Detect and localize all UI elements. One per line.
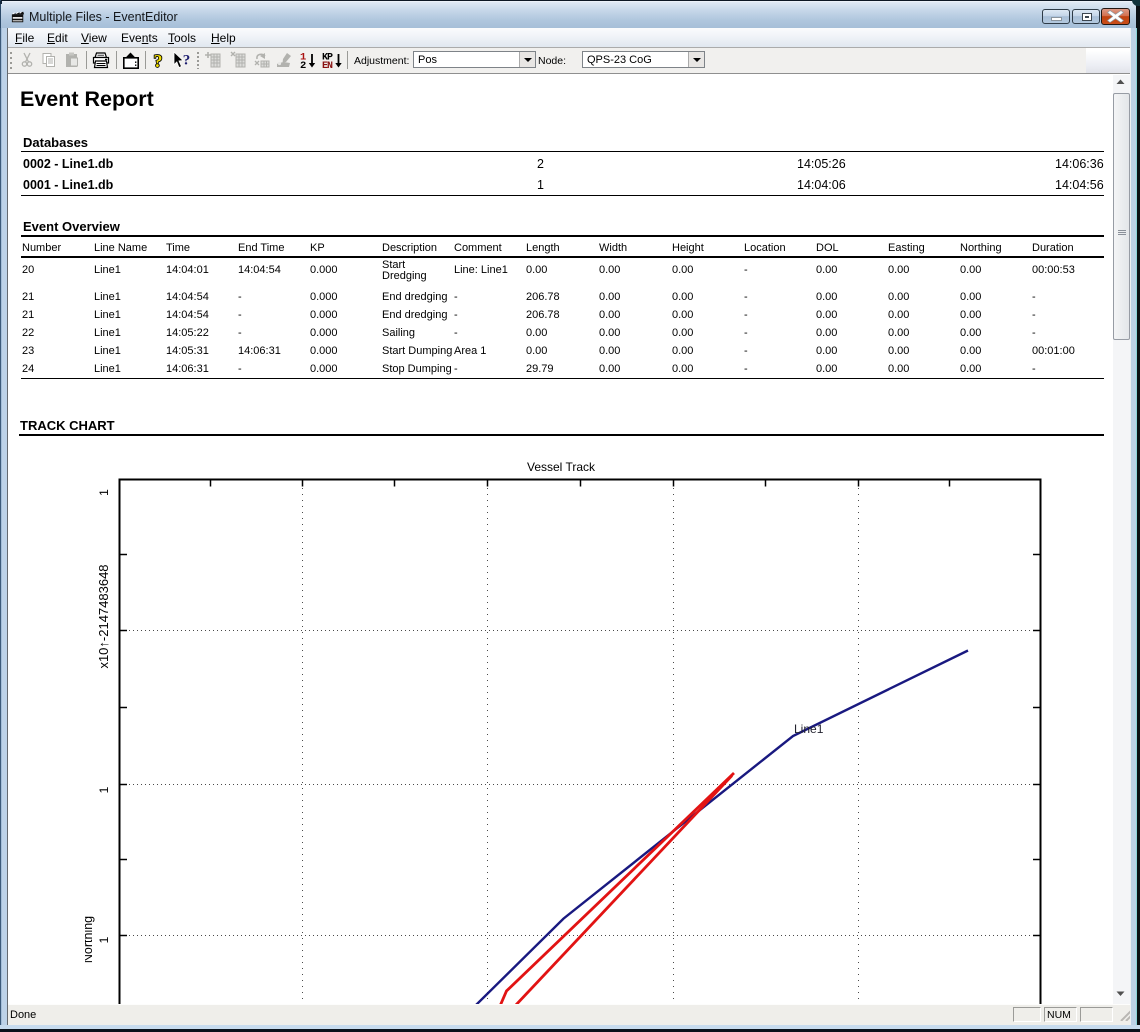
svg-text:EN: EN — [322, 61, 333, 69]
svg-text:1: 1 — [97, 786, 111, 793]
svg-text:Line1: Line1 — [794, 722, 824, 736]
svg-text:?: ? — [183, 53, 191, 69]
svg-text:2: 2 — [300, 60, 306, 69]
svg-text:?: ? — [154, 51, 163, 70]
svg-text:Northing: Northing — [85, 916, 95, 963]
svg-text:1: 1 — [97, 489, 111, 496]
svg-text:1: 1 — [97, 936, 111, 943]
svg-text:Vessel Track: Vessel Track — [527, 460, 596, 474]
svg-text:x10↑-2147483648: x10↑-2147483648 — [96, 564, 111, 668]
